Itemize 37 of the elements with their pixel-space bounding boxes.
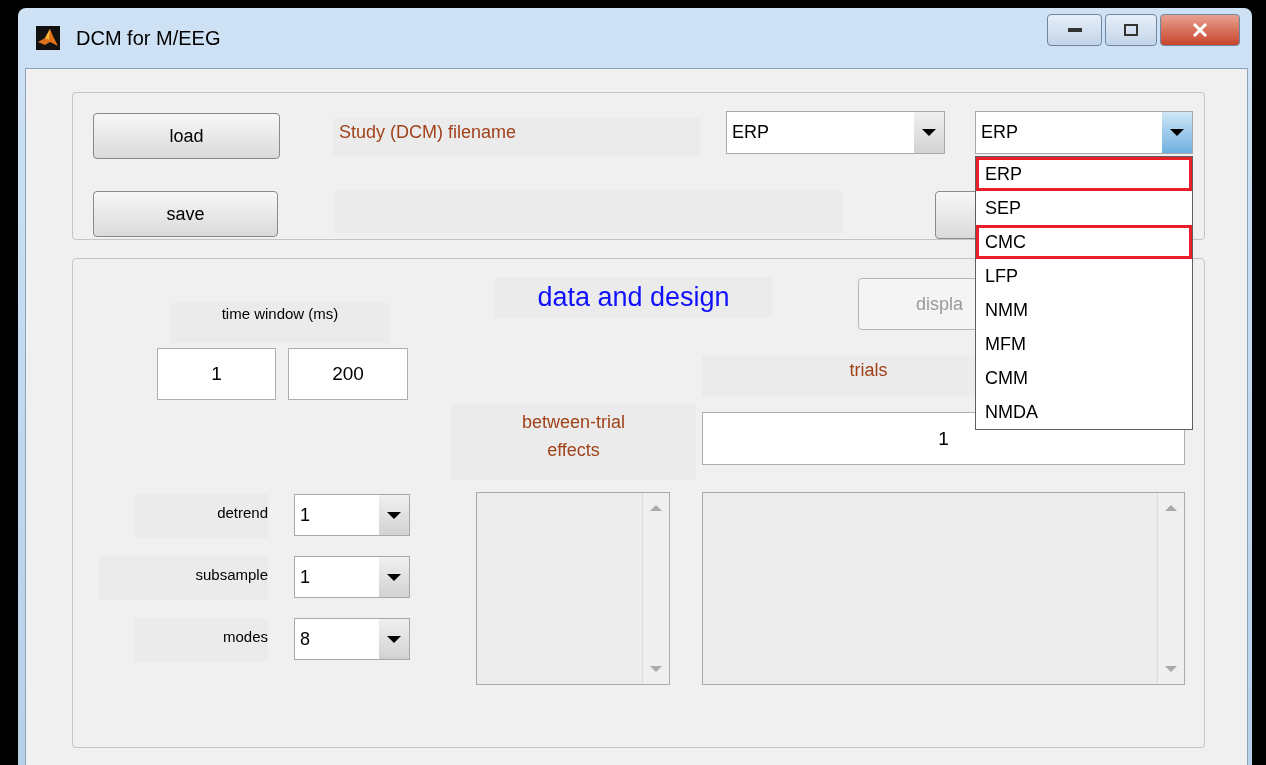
dropdown-option[interactable]: ERP <box>976 157 1192 191</box>
scroll-down-icon <box>1165 666 1177 672</box>
section-title: data and design <box>495 277 772 318</box>
time-window-label: time window (ms) <box>170 303 390 343</box>
save-button[interactable]: save <box>93 191 278 237</box>
dropdown[interactable]: 1 <box>294 556 410 598</box>
maximize-icon <box>1124 24 1138 36</box>
dropdown-option[interactable]: CMC <box>976 225 1192 259</box>
start-time-field[interactable]: 1 <box>157 348 276 400</box>
dropdown-option[interactable]: SEP <box>976 191 1192 225</box>
scroll-up-icon <box>1165 505 1177 511</box>
caret-down-icon <box>387 635 401 643</box>
end-time-field[interactable]: 200 <box>288 348 408 400</box>
scroll-up-icon <box>650 505 662 511</box>
dropdown[interactable]: ERP <box>726 111 945 154</box>
window-title: DCM for M/EEG <box>76 26 221 50</box>
minimize-icon <box>1067 28 1082 32</box>
effects-list[interactable] <box>476 492 670 685</box>
close-button[interactable] <box>1160 14 1240 46</box>
peak-surface-icon <box>36 26 60 50</box>
load-button[interactable]: load <box>93 113 280 159</box>
caret-down-icon <box>1170 129 1184 136</box>
scroll-down-icon <box>650 666 662 672</box>
dropdown[interactable]: 8 <box>294 618 410 660</box>
caret-down-icon <box>387 511 401 519</box>
close-icon <box>1192 23 1208 37</box>
between-trial-label: between-trial effects <box>451 404 696 480</box>
setting-label: modes <box>134 618 268 662</box>
maximize-button[interactable] <box>1105 14 1157 46</box>
minimize-button[interactable] <box>1047 14 1102 46</box>
caret-down-icon <box>387 573 401 581</box>
filename-label: Study (DCM) filename <box>333 118 700 156</box>
caret-down-icon <box>922 129 936 136</box>
trials-list[interactable] <box>702 492 1185 685</box>
setting-label: detrend <box>134 494 268 538</box>
setting-label: subsample <box>99 556 268 600</box>
dropdown[interactable]: 1 <box>294 494 410 536</box>
